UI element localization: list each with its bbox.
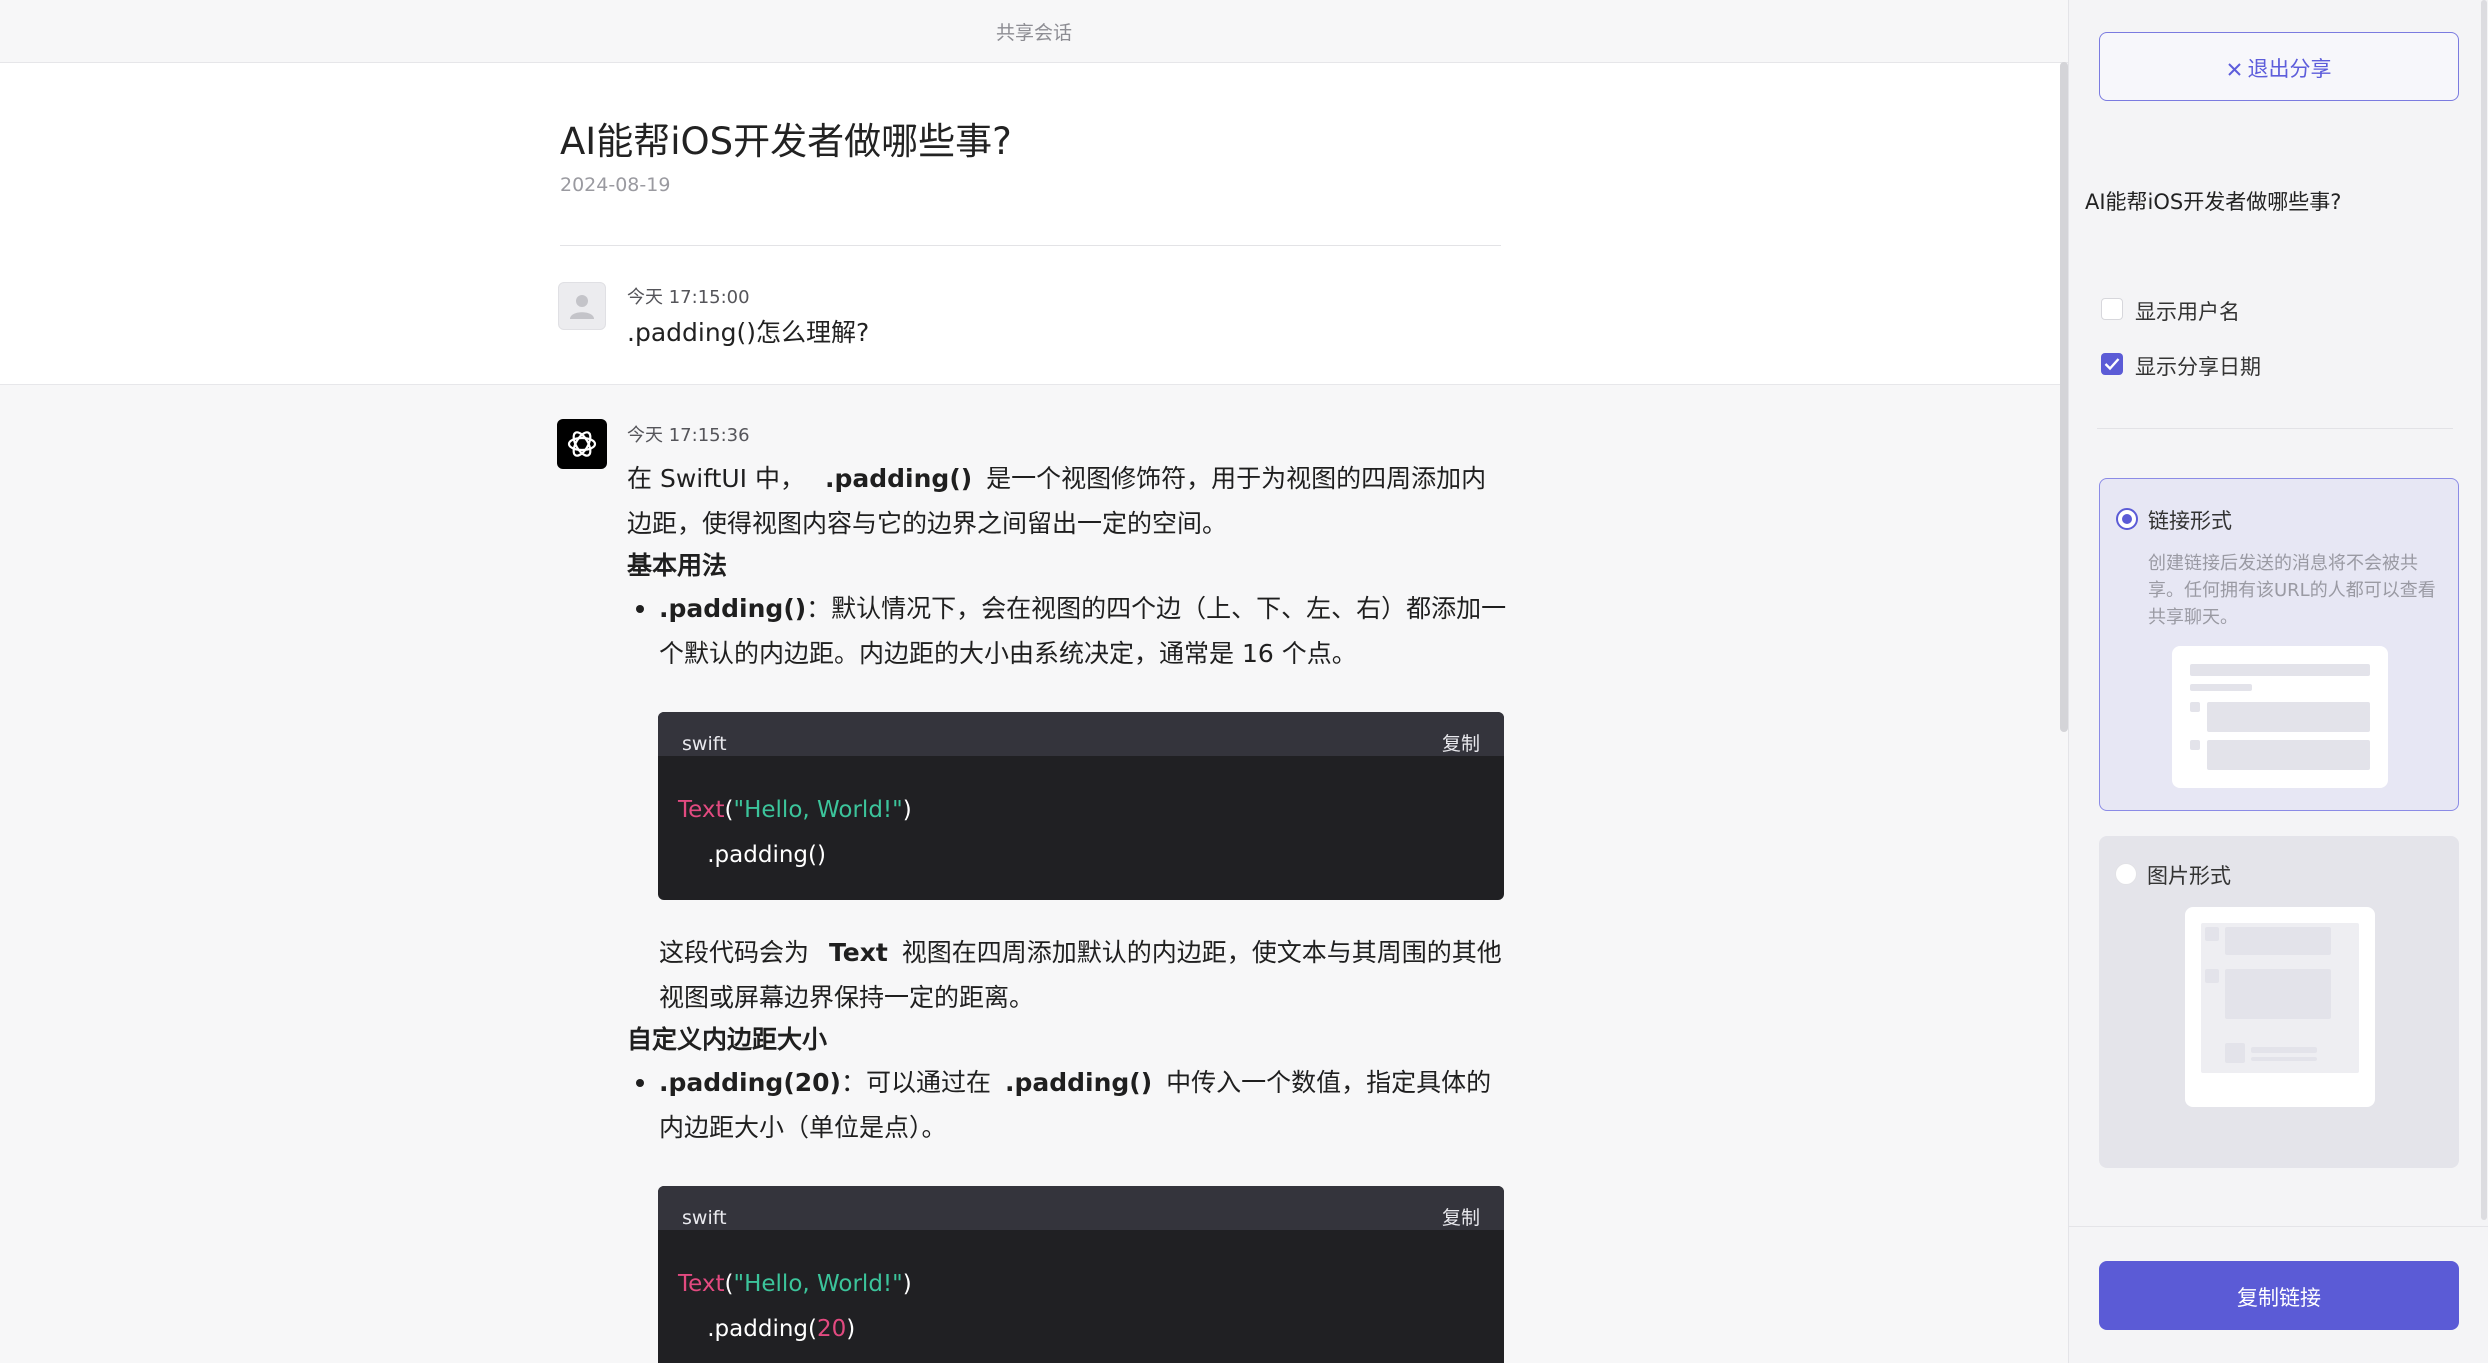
heading-basic-usage: 基本用法 — [627, 551, 728, 580]
code-language: swift — [682, 733, 727, 755]
bullet-dot — [636, 1079, 644, 1087]
code-token: "Hello, World!" — [733, 797, 903, 823]
code-token: 20 — [817, 1316, 847, 1342]
ai-message-body: 在 SwiftUI 中， .padding() 是一个视图修饰符，用于为视图的四周添… — [627, 456, 1507, 1363]
link-format-radio[interactable] — [2116, 508, 2138, 530]
image-format-label: 图片形式 — [2147, 864, 2231, 888]
heading-custom-padding: 自定义内边距大小 — [627, 1025, 828, 1054]
ai-intro-paragraph: 在 SwiftUI 中， .padding() 是一个视图修饰符，用于为视图的四周添… — [627, 456, 1507, 546]
code-content: Text("Hello, World!") .padding() — [658, 756, 1504, 900]
exit-share-label: 退出分享 — [2247, 57, 2332, 81]
panel-scrollbar[interactable] — [2481, 0, 2487, 1220]
placeholder-line — [2190, 684, 2252, 691]
code-block-header: swift 复制 — [658, 712, 1504, 756]
code-token: "Hello, World!" — [733, 1271, 903, 1297]
exit-share-button[interactable]: 退出分享 — [2099, 32, 2459, 101]
code-language: swift — [682, 1207, 727, 1229]
image-format-radio[interactable] — [2115, 863, 2137, 885]
code-block-header: swift 复制 — [658, 1186, 1504, 1230]
share-panel: 退出分享 AI能帮iOS开发者做哪些事? 显示用户名 显示分享日期 链接形式 创… — [2068, 0, 2488, 1363]
close-icon — [2227, 63, 2241, 76]
show-date-label: 显示分享日期 — [2135, 355, 2261, 379]
code-token: Text — [678, 1271, 725, 1297]
conversation-title: AI能帮iOS开发者做哪些事? — [560, 120, 1012, 163]
user-avatar-icon — [558, 282, 606, 330]
show-username-checkbox[interactable] — [2101, 298, 2123, 320]
placeholder-block — [2225, 927, 2331, 955]
placeholder-dot — [2225, 1043, 2245, 1063]
placeholder-line — [2251, 1057, 2317, 1061]
code-token: Text — [678, 797, 725, 823]
code-content: Text("Hello, World!") .padding(20) — [658, 1230, 1504, 1363]
intro-text-start: 在 SwiftUI 中， — [627, 464, 805, 493]
inline-code: .padding() — [1004, 1068, 1153, 1097]
openai-logo-icon — [557, 419, 607, 469]
code-block: swift 复制 Text("Hello, World!") .padding(… — [658, 1186, 1504, 1363]
image-format-option[interactable]: 图片形式 — [2099, 836, 2459, 1168]
conversation-header: AI能帮iOS开发者做哪些事? 2024-08-19 今天 17:15:00 .… — [0, 63, 2062, 385]
placeholder-dot — [2205, 969, 2219, 983]
inline-code: .padding() — [825, 464, 973, 493]
top-bar: 共享会话 — [0, 0, 2068, 63]
image-preview-illustration — [2185, 907, 2375, 1107]
link-format-option[interactable]: 链接形式 创建链接后发送的消息将不会被共享。任何拥有该URL的人都可以查看共享聊… — [2099, 478, 2459, 811]
link-format-description: 创建链接后发送的消息将不会被共享。任何拥有该URL的人都可以查看共享聊天。 — [2148, 553, 2436, 628]
code-token: ( — [724, 797, 734, 823]
placeholder-line — [2190, 664, 2370, 676]
link-preview-illustration — [2172, 646, 2388, 788]
placeholder-block — [2225, 969, 2331, 1019]
placeholder-line — [2251, 1047, 2317, 1053]
list-item: .padding()：默认情况下，会在视图的四个边（上、下、左、右）都添加一个默… — [627, 586, 1507, 676]
code-token: ) — [902, 1271, 912, 1297]
list-item: .padding(20)：可以通过在 .padding() 中传入一个数值，指定具体… — [627, 1060, 1507, 1150]
panel-footer-divider — [2069, 1226, 2488, 1227]
list-item-text: ：可以通过在 — [840, 1068, 991, 1097]
placeholder-block — [2207, 740, 2370, 770]
copy-code-button[interactable]: 复制 — [1442, 722, 1480, 767]
explanation-paragraph: 这段代码会为 Text 视图在四周添加默认的内边距，使文本与其周围的其他视图或屏幕边… — [627, 930, 1507, 1020]
conversation-scrollbar[interactable] — [2060, 62, 2068, 732]
bullet-dot — [636, 605, 644, 613]
show-username-label: 显示用户名 — [2135, 300, 2240, 324]
copy-code-button[interactable]: 复制 — [1442, 1196, 1480, 1241]
code-token: .padding( — [678, 1316, 817, 1342]
copy-link-label: 复制链接 — [2237, 1286, 2321, 1310]
inline-code: .padding() — [659, 594, 807, 623]
code-token: ) — [846, 1316, 856, 1342]
placeholder-dot — [2190, 702, 2200, 712]
inline-code: .padding(20) — [659, 1068, 841, 1097]
checkmark-icon — [2104, 358, 2120, 371]
conversation-date: 2024-08-19 — [560, 174, 671, 196]
header-divider — [560, 245, 1501, 246]
placeholder-dot — [2205, 927, 2219, 941]
show-date-checkbox[interactable] — [2101, 353, 2123, 375]
conversation-pane: 共享会话 AI能帮iOS开发者做哪些事? 2024-08-19 今天 17:15… — [0, 0, 2068, 1363]
code-block: swift 复制 Text("Hello, World!") .padding(… — [658, 712, 1504, 900]
placeholder-block — [2207, 702, 2370, 732]
link-format-label: 链接形式 — [2148, 509, 2232, 533]
top-bar-title: 共享会话 — [995, 22, 1072, 44]
code-token: ) — [902, 797, 912, 823]
code-line: .padding() — [678, 842, 826, 868]
share-title: AI能帮iOS开发者做哪些事? — [2085, 190, 2342, 214]
code-token: ( — [724, 1271, 734, 1297]
exit-share-label-row: 退出分享 — [2100, 53, 2458, 83]
ai-message-time: 今天 17:15:36 — [627, 425, 750, 446]
user-message-time: 今天 17:15:00 — [627, 287, 750, 308]
copy-link-button[interactable]: 复制链接 — [2099, 1261, 2459, 1330]
inline-code: Text — [829, 938, 888, 967]
user-message-text: .padding()怎么理解? — [627, 318, 870, 347]
paragraph-text-start: 这段代码会为 — [659, 938, 810, 967]
placeholder-dot — [2190, 740, 2200, 750]
panel-divider — [2097, 428, 2453, 429]
